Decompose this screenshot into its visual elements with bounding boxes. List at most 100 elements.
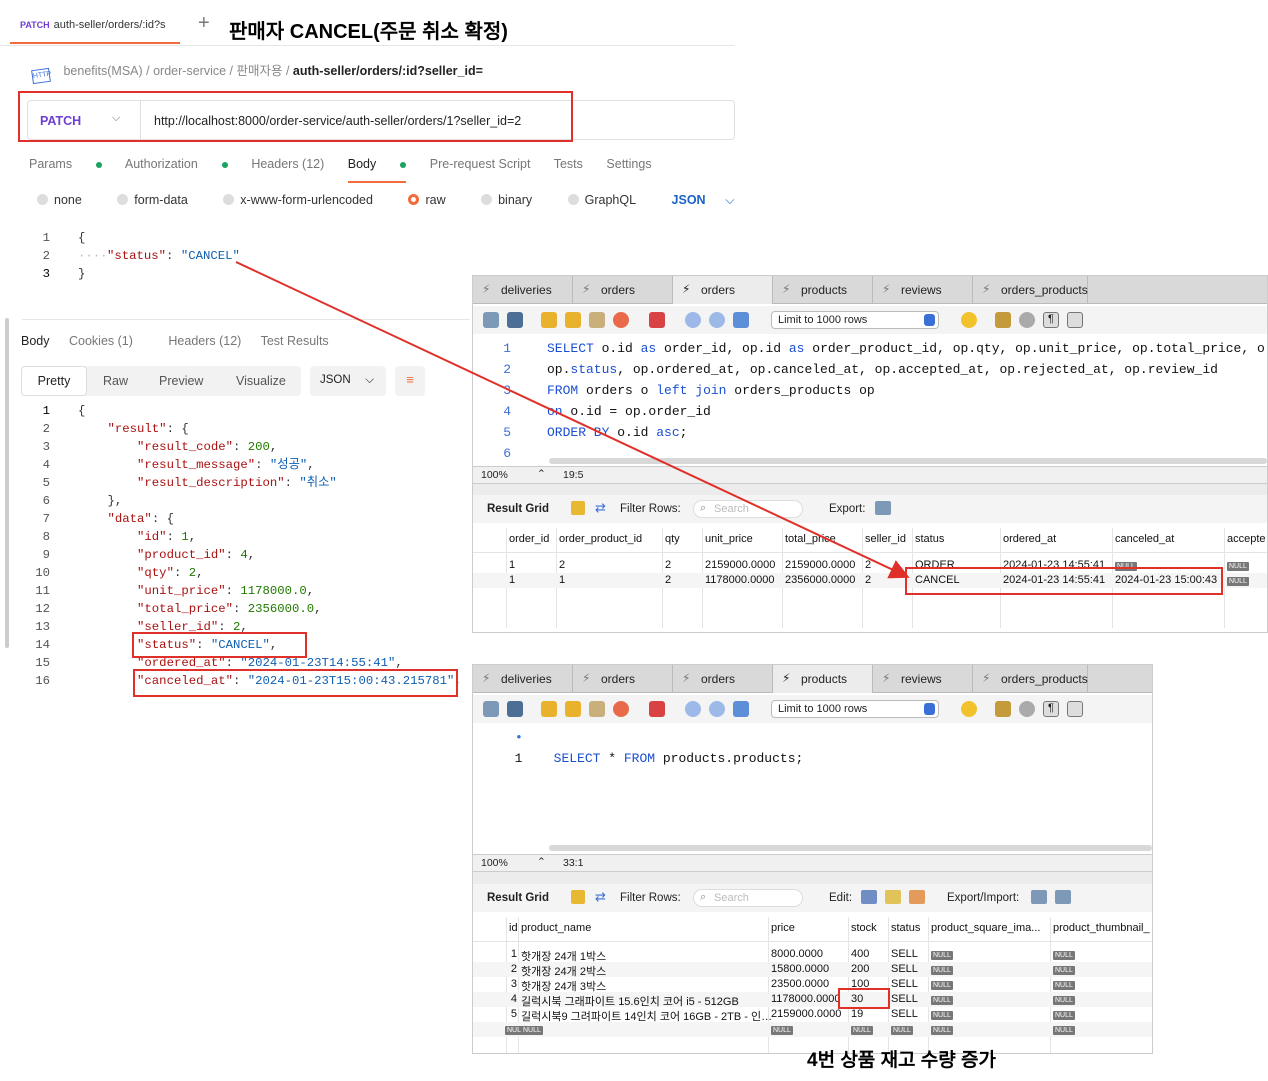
response-format-select[interactable]: JSON ⌵ <box>310 366 386 396</box>
table-cell[interactable]: 200 <box>851 963 869 975</box>
wb-tab-deliveries[interactable]: ⚡ deliveries <box>473 665 573 693</box>
new-tab-icon[interactable]: + <box>198 12 210 35</box>
table-cell[interactable]: NULL <box>1053 993 1075 1005</box>
explain-icon[interactable] <box>589 312 605 328</box>
table-cell[interactable]: NULL <box>1227 559 1249 571</box>
rollback-icon[interactable] <box>709 701 725 717</box>
star-icon[interactable] <box>961 312 977 328</box>
editor-scrollbar[interactable] <box>549 458 1267 464</box>
insert-row-icon[interactable] <box>885 890 901 904</box>
table-cell[interactable]: 2 <box>865 559 871 571</box>
save-icon[interactable] <box>507 312 523 328</box>
find-icon[interactable] <box>1019 701 1035 717</box>
table-cell[interactable]: 4 <box>505 993 517 1005</box>
stop-icon[interactable] <box>613 312 629 328</box>
delete-row-icon[interactable] <box>909 890 925 904</box>
table-cell[interactable]: 19 <box>851 1008 863 1020</box>
wrap-icon[interactable] <box>1067 312 1083 328</box>
table-cell[interactable]: 15800.0000 <box>771 963 829 975</box>
table-cell[interactable]: 1 <box>505 948 517 960</box>
table-cell[interactable]: NULL <box>931 993 953 1005</box>
table-cell[interactable]: NULL <box>521 1023 543 1035</box>
radio-raw[interactable]: raw <box>408 193 461 207</box>
table-cell[interactable]: NULL <box>851 1023 873 1035</box>
wb-tab-orders[interactable]: ⚡ orders <box>573 276 673 304</box>
invisible-chars-icon[interactable]: ¶ <box>1043 701 1059 717</box>
grid-view-icon[interactable] <box>571 501 585 515</box>
wrap-icon[interactable] <box>1067 701 1083 717</box>
table-cell[interactable]: NULL <box>1053 1023 1075 1035</box>
autocommit-icon[interactable] <box>733 312 749 328</box>
table-cell[interactable]: 2159000.0000 <box>771 1008 841 1020</box>
table-cell[interactable]: NULL <box>771 1023 793 1035</box>
rollback-icon[interactable] <box>709 312 725 328</box>
table-cell[interactable]: 2 <box>559 559 565 571</box>
toggle-error-icon[interactable] <box>649 701 665 717</box>
table-cell[interactable]: NULL <box>931 978 953 990</box>
breadcrumb-item[interactable]: benefits(MSA) <box>63 64 142 78</box>
request-tab[interactable]: PATCH auth-seller/orders/:id?s <box>10 6 180 44</box>
table-cell[interactable]: SELL <box>891 1008 918 1020</box>
star-icon[interactable] <box>961 701 977 717</box>
table-cell[interactable]: NULL <box>505 1023 527 1035</box>
table-cell[interactable]: SELL <box>891 993 918 1005</box>
tab-response-headers[interactable]: Headers (12) <box>168 334 241 348</box>
execute-icon[interactable] <box>541 312 557 328</box>
table-cell[interactable]: NULL <box>1227 574 1249 586</box>
table-cell[interactable]: NULL <box>931 1008 953 1020</box>
wb-tab-deliveries[interactable]: ⚡ deliveries <box>473 276 573 304</box>
table-cell[interactable]: NULL <box>1053 978 1075 990</box>
refresh-icon[interactable]: ⇄ <box>595 500 606 516</box>
tab-body[interactable]: Body <box>347 157 407 183</box>
table-cell[interactable]: 1 <box>559 574 565 586</box>
tab-params[interactable]: Params <box>29 157 103 171</box>
table-cell[interactable]: 2159000.0000 <box>785 559 855 571</box>
export-icon[interactable] <box>875 501 891 515</box>
open-folder-icon[interactable] <box>483 701 499 717</box>
table-cell[interactable]: NULL <box>931 1023 953 1035</box>
table-cell[interactable]: NULL <box>931 948 953 960</box>
zoom-select[interactable]: 100% <box>481 469 508 481</box>
filter-search-input[interactable]: Search ⌕ <box>693 889 803 907</box>
table-cell[interactable]: 2356000.0000 <box>785 574 855 586</box>
table-cell[interactable]: 5 <box>505 1008 517 1020</box>
wb-tab-orders-products[interactable]: ⚡ orders_products <box>973 665 1088 693</box>
radio-binary[interactable]: binary <box>481 193 548 207</box>
table-cell[interactable]: 2 <box>865 574 871 586</box>
table-row[interactable]: 3 핫개장 24개 3박스 23500.0000 100 SELL NULL NULL <box>473 977 1152 993</box>
open-folder-icon[interactable] <box>483 312 499 328</box>
wb-tab-orders-active[interactable]: ⚡ orders <box>673 276 773 304</box>
limit-rows-select[interactable]: Limit to 1000 rows <box>771 700 939 718</box>
wb-tab-orders-2[interactable]: ⚡ orders <box>673 665 773 693</box>
editor-scrollbar[interactable] <box>549 845 1152 851</box>
invisible-chars-icon[interactable]: ¶ <box>1043 312 1059 328</box>
view-preview[interactable]: Preview <box>159 374 203 388</box>
toggle-error-icon[interactable] <box>649 312 665 328</box>
wb-tab-reviews[interactable]: ⚡ reviews <box>873 276 973 304</box>
view-pretty[interactable]: Pretty <box>21 366 87 396</box>
wrap-lines-icon[interactable]: ≡ <box>395 366 425 396</box>
table-cell[interactable]: 1178000.0000 <box>771 993 841 1005</box>
commit-icon[interactable] <box>685 312 701 328</box>
breadcrumb-item[interactable]: order-service <box>153 64 226 78</box>
stop-icon[interactable] <box>613 701 629 717</box>
wb-tab-orders[interactable]: ⚡ orders <box>573 665 673 693</box>
tab-settings[interactable]: Settings <box>606 157 651 171</box>
table-cell[interactable]: 1178000.0000 <box>705 574 775 586</box>
find-icon[interactable] <box>1019 312 1035 328</box>
table-cell[interactable]: 1 <box>509 574 515 586</box>
commit-icon[interactable] <box>685 701 701 717</box>
table-cell[interactable]: 23500.0000 <box>771 978 829 990</box>
wb-tab-products-active[interactable]: ⚡ products <box>773 665 873 693</box>
table-cell[interactable]: 8000.0000 <box>771 948 823 960</box>
table-cell[interactable]: SELL <box>891 948 918 960</box>
save-icon[interactable] <box>507 701 523 717</box>
table-cell[interactable]: 3 <box>505 978 517 990</box>
body-format-select[interactable]: JSON ⌵ <box>672 193 751 207</box>
refresh-icon[interactable]: ⇄ <box>595 889 606 905</box>
execute-icon[interactable] <box>541 701 557 717</box>
table-cell[interactable]: SELL <box>891 963 918 975</box>
radio-form-data[interactable]: form-data <box>117 193 204 207</box>
table-cell[interactable]: NULL <box>931 963 953 975</box>
tab-headers[interactable]: Headers (12) <box>251 157 324 171</box>
